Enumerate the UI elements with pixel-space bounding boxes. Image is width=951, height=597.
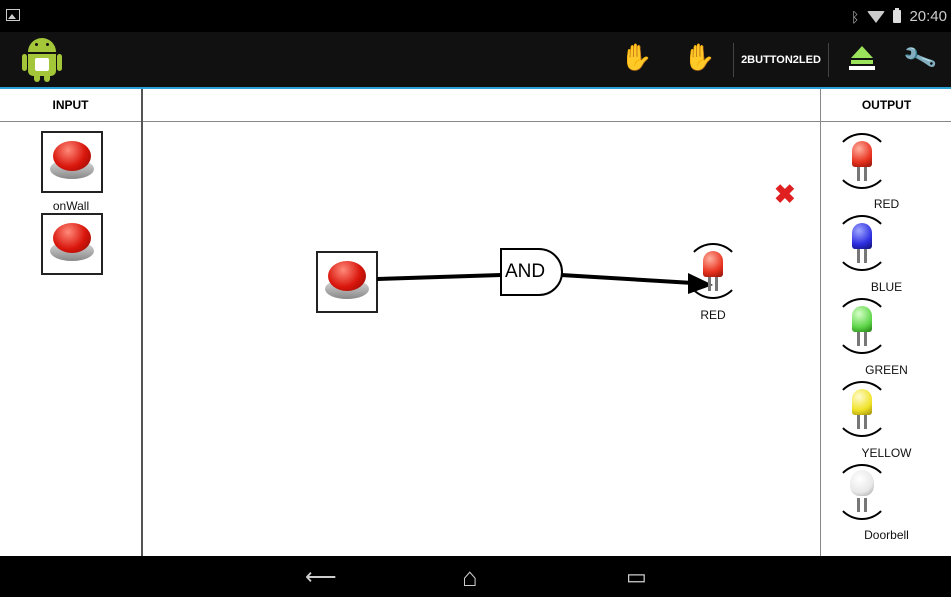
led-icon — [852, 223, 872, 249]
android-app-icon[interactable] — [22, 38, 62, 82]
output-led-item[interactable] — [834, 215, 890, 271]
led-icon — [852, 389, 872, 415]
input-panel: INPUT onWall — [0, 89, 143, 556]
status-bar: ᛒ 20:40 — [0, 0, 951, 32]
output-led-item[interactable] — [834, 298, 890, 354]
project-name-button[interactable]: 2BUTTON2LED — [733, 43, 829, 77]
gallery-icon — [6, 9, 20, 21]
input-header: INPUT — [0, 89, 141, 122]
wifi-icon — [867, 10, 886, 23]
back-icon[interactable]: ⟵ — [305, 564, 337, 590]
canvas-output-led[interactable] — [685, 243, 741, 299]
canvas-output-label: RED — [700, 308, 726, 322]
bluetooth-icon: ᛒ — [851, 8, 860, 25]
upload-icon[interactable] — [849, 46, 875, 72]
input-button-item[interactable] — [41, 213, 103, 275]
output-led-item[interactable] — [834, 464, 890, 520]
output-item-label: YELLOW — [861, 446, 912, 460]
recent-apps-icon[interactable]: ▭ — [626, 564, 647, 590]
led-icon — [852, 141, 872, 167]
home-icon[interactable]: ⌂ — [462, 562, 478, 593]
and-gate-label: AND — [505, 261, 546, 282]
connection-wires — [376, 248, 713, 296]
output-item-label: GREEN — [865, 363, 908, 377]
push-button-icon — [50, 139, 94, 183]
hand-icon[interactable]: ✋ — [620, 42, 652, 73]
main-area: INPUT onWall AND RED ✖ OUTPUT RED BLUE G… — [0, 89, 951, 556]
led-icon — [852, 306, 872, 332]
output-panel: OUTPUT RED BLUE GREEN YELLOW Doorbell — [820, 89, 951, 556]
logic-canvas[interactable]: AND RED — [143, 89, 820, 556]
close-icon[interactable]: ✖ — [774, 181, 796, 207]
push-button-icon — [50, 221, 94, 265]
hand-icon[interactable]: ✋ — [683, 42, 715, 73]
output-led-item[interactable] — [834, 381, 890, 437]
led-icon — [703, 251, 723, 277]
navigation-bar: ⟵ ⌂ ▭ — [0, 556, 951, 597]
status-time: 20:40 — [909, 8, 947, 25]
output-item-label: BLUE — [870, 280, 903, 294]
output-header: OUTPUT — [821, 89, 951, 122]
input-item-label: onWall — [52, 199, 90, 213]
lightbulb-icon — [850, 470, 874, 496]
battery-icon — [893, 8, 902, 23]
output-item-label: RED — [873, 197, 900, 211]
output-item-label: Doorbell — [864, 528, 909, 542]
output-led-item[interactable] — [834, 133, 890, 189]
input-button-item[interactable] — [41, 131, 103, 193]
